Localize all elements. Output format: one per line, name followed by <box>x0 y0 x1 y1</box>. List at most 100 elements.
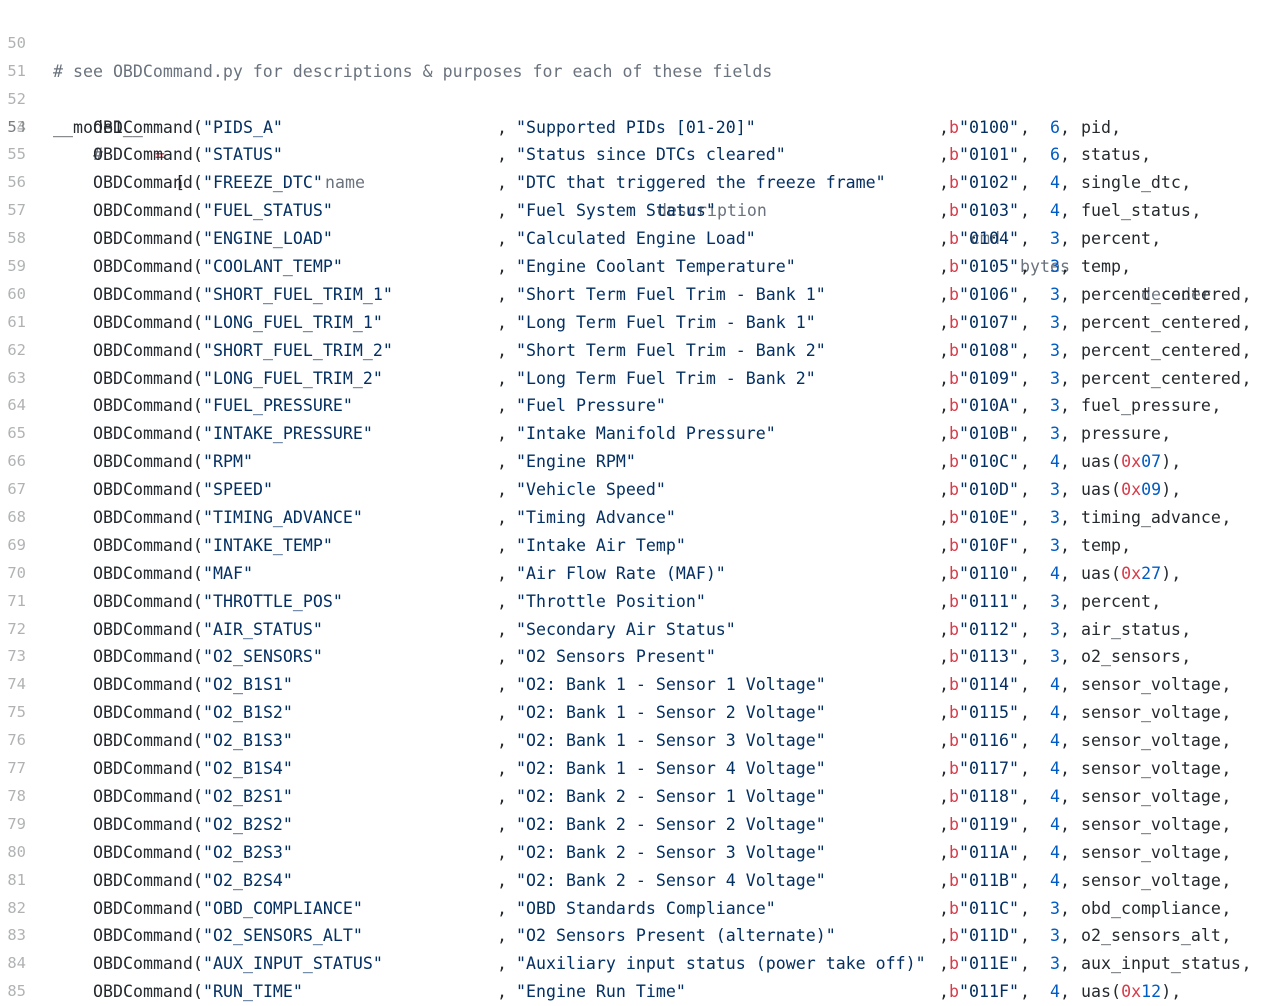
line-number[interactable]: 82 <box>0 895 26 923</box>
line-number[interactable]: 64 <box>0 392 26 420</box>
command-name: "SPEED" <box>203 480 273 500</box>
line-number[interactable]: 75 <box>0 699 26 727</box>
command-code: "0111" <box>959 591 1019 611</box>
class-call: OBDCommand( <box>93 619 203 639</box>
line-number[interactable]: 69 <box>0 532 26 560</box>
byte-count: 3 <box>1050 229 1060 249</box>
command-code: "010F" <box>959 535 1019 555</box>
line-number[interactable]: 67 <box>0 476 26 504</box>
separator-comma: , <box>1060 117 1070 137</box>
line-tail: , <box>1221 842 1232 862</box>
separator-comma: , <box>1060 173 1070 193</box>
line-number[interactable]: 60 <box>0 281 26 309</box>
decoder-name: single_dtc <box>1081 173 1181 193</box>
decoder-name: percent_centered <box>1081 284 1241 304</box>
command-description: "Intake Manifold Pressure" <box>516 424 776 444</box>
class-call: OBDCommand( <box>93 954 203 974</box>
command-rows: 54 OBDCommand("PIDS_A", "Supported PIDs [0… <box>0 114 1280 1006</box>
separator-comma: , <box>1060 954 1070 974</box>
command-code: "0104" <box>959 229 1019 249</box>
line-number[interactable]: 85 <box>0 978 26 1006</box>
line-number[interactable]: 57 <box>0 197 26 225</box>
separator-comma: , <box>939 508 949 528</box>
command-name: "AIR_STATUS" <box>203 619 323 639</box>
separator-comma: , <box>1020 535 1030 555</box>
line-number[interactable]: 84 <box>0 950 26 978</box>
command-name: "O2_B1S1" <box>203 675 293 695</box>
line-number[interactable]: 72 <box>0 616 26 644</box>
line-tail: , <box>1181 173 1192 193</box>
command-code: "0101" <box>959 145 1019 165</box>
separator-comma: , <box>497 647 507 667</box>
command-name: "O2_SENSORS_ALT" <box>203 926 363 946</box>
separator-comma: , <box>1020 926 1030 946</box>
line-number[interactable]: 63 <box>0 365 26 393</box>
class-call: OBDCommand( <box>93 229 203 249</box>
byte-count: 3 <box>1050 257 1060 277</box>
line-number[interactable]: 55 <box>0 141 26 169</box>
separator-comma: , <box>939 284 949 304</box>
line-number[interactable]: 79 <box>0 811 26 839</box>
line-number[interactable]: 70 <box>0 560 26 588</box>
command-code: "0109" <box>959 368 1019 388</box>
command-description: "O2: Bank 2 - Sensor 4 Voltage" <box>516 870 826 890</box>
line-tail: , <box>1121 257 1132 277</box>
line-number[interactable]: 62 <box>0 337 26 365</box>
code-line: 80 OBDCommand("O2_B2S3", "O2: Bank 2 - Sen… <box>0 839 1280 867</box>
bytes-prefix: b <box>949 452 959 472</box>
line-number[interactable]: 80 <box>0 839 26 867</box>
line-tail: , <box>1241 312 1252 332</box>
bytes-prefix: b <box>949 284 959 304</box>
separator-comma: , <box>1060 675 1070 695</box>
byte-count: 4 <box>1050 703 1060 723</box>
class-call: OBDCommand( <box>93 591 203 611</box>
line-tail: , <box>1141 145 1152 165</box>
separator-comma: , <box>939 591 949 611</box>
line-number[interactable]: 71 <box>0 588 26 616</box>
line-number[interactable]: 68 <box>0 504 26 532</box>
line-number[interactable]: 74 <box>0 671 26 699</box>
line-number[interactable]: 78 <box>0 783 26 811</box>
separator-comma: , <box>497 898 507 918</box>
line-number[interactable]: 65 <box>0 420 26 448</box>
code-view: 50 # see OBDCommand.py for descriptions … <box>0 2 1280 1006</box>
separator-comma: , <box>939 786 949 806</box>
separator-comma: , <box>939 145 949 165</box>
command-code: "0114" <box>959 675 1019 695</box>
command-name: "O2_B1S2" <box>203 703 293 723</box>
separator-comma: , <box>1020 508 1030 528</box>
code-line: 51 <box>0 30 1280 80</box>
line-number[interactable]: 83 <box>0 922 26 950</box>
line-number[interactable]: 76 <box>0 727 26 755</box>
code-line: 59 OBDCommand("COOLANT_TEMP", "Engine Cool… <box>0 253 1280 281</box>
class-call: OBDCommand( <box>93 870 203 890</box>
separator-comma: , <box>497 452 507 472</box>
line-number[interactable]: 73 <box>0 643 26 671</box>
line-number[interactable]: 61 <box>0 309 26 337</box>
line-number[interactable]: 81 <box>0 867 26 895</box>
command-description: "Auxiliary input status (power take off)… <box>516 954 926 974</box>
code-line: 52 __mode1__ = [ <box>0 58 1280 193</box>
command-name: "SHORT_FUEL_TRIM_2" <box>203 340 393 360</box>
bytes-prefix: b <box>949 145 959 165</box>
bytes-prefix: b <box>949 814 959 834</box>
line-tail: , <box>1221 731 1232 751</box>
byte-count: 4 <box>1050 452 1060 472</box>
code-line: 78 OBDCommand("O2_B2S1", "O2: Bank 2 - Sen… <box>0 783 1280 811</box>
line-tail: , <box>1221 508 1232 528</box>
line-tail: , <box>1221 675 1232 695</box>
line-number[interactable]: 54 <box>0 114 26 142</box>
byte-count: 3 <box>1050 535 1060 555</box>
separator-comma: , <box>939 703 949 723</box>
byte-count: 4 <box>1050 870 1060 890</box>
line-number[interactable]: 59 <box>0 253 26 281</box>
hex-prefix: 0x <box>1121 452 1142 472</box>
separator-comma: , <box>939 898 949 918</box>
line-number[interactable]: 56 <box>0 169 26 197</box>
line-number[interactable]: 66 <box>0 448 26 476</box>
line-number[interactable]: 77 <box>0 755 26 783</box>
line-tail: ), <box>1161 563 1182 583</box>
line-tail: , <box>1121 535 1132 555</box>
command-code: "010A" <box>959 396 1019 416</box>
line-number[interactable]: 58 <box>0 225 26 253</box>
